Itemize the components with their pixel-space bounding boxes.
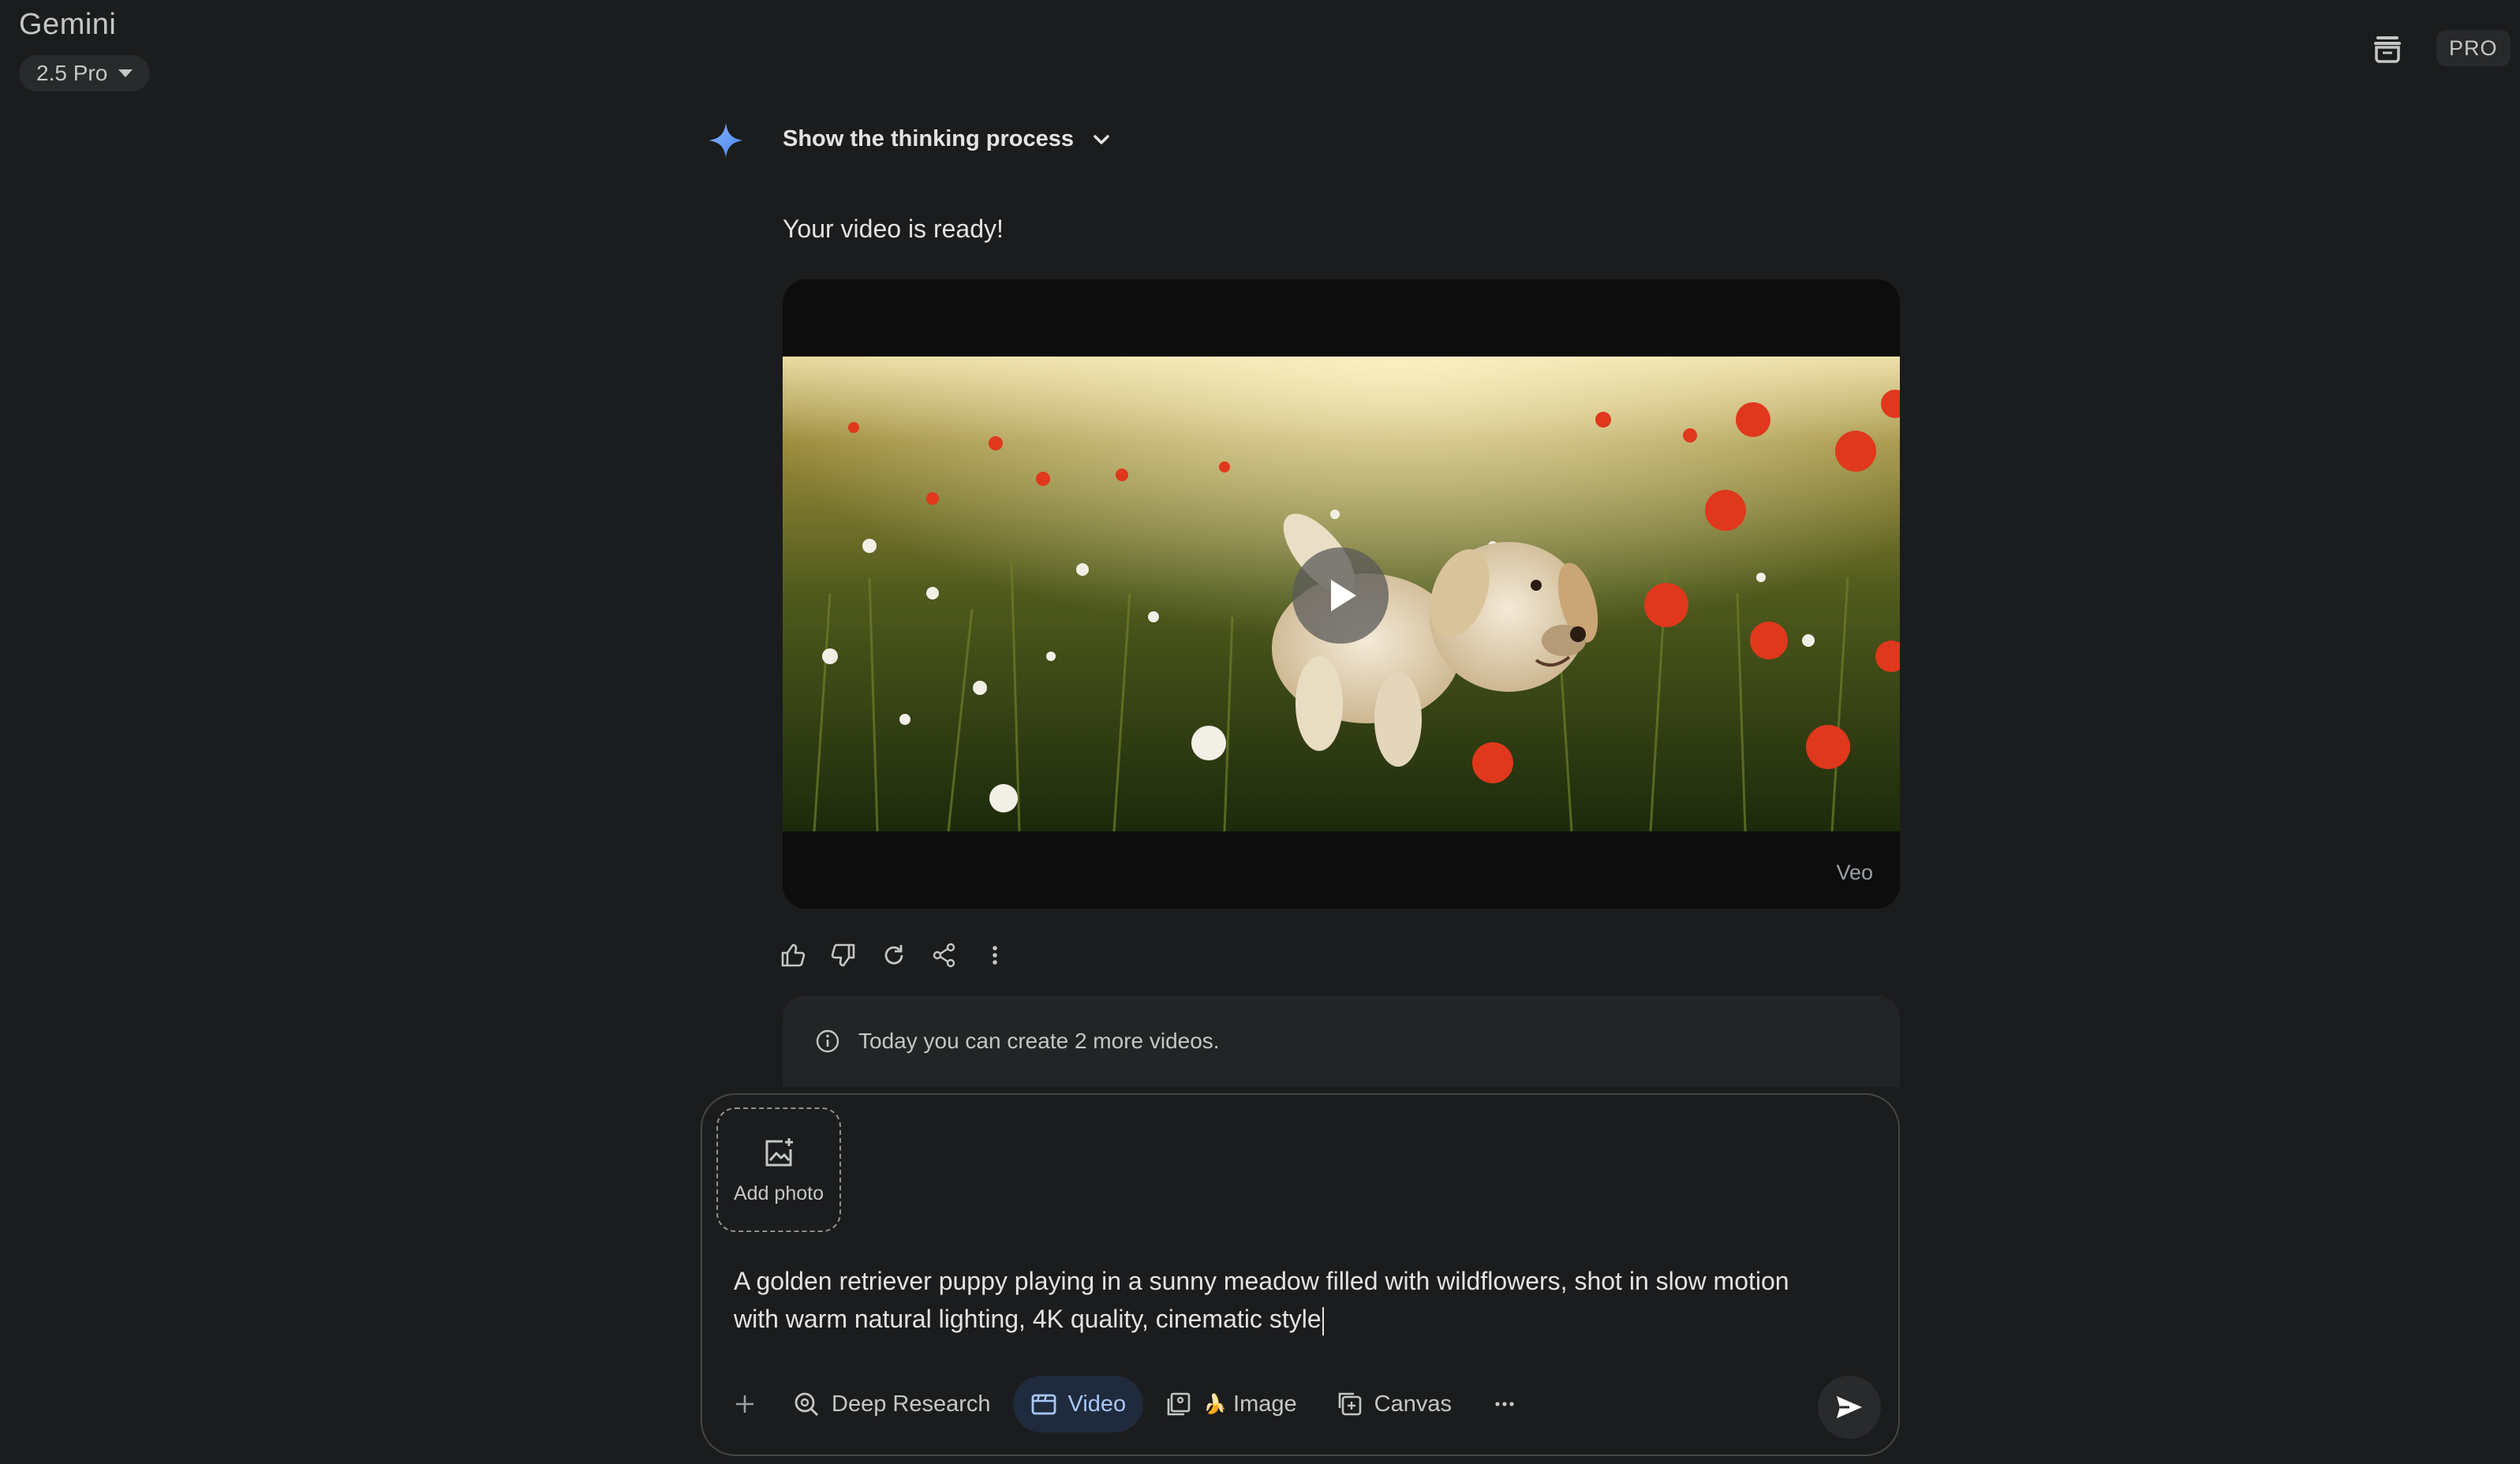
add-image-icon: [765, 1137, 793, 1166]
prompt-textarea[interactable]: A golden retriever puppy playing in a su…: [734, 1262, 1854, 1338]
caret-down-icon: [118, 69, 133, 77]
thinking-toggle[interactable]: Show the thinking process: [783, 126, 1112, 152]
deep-research-icon: [795, 1392, 819, 1417]
add-photo-button[interactable]: Add photo: [716, 1107, 841, 1232]
prompt-input-box[interactable]: Add photo A golden retriever puppy playi…: [701, 1093, 1900, 1456]
add-attachment-button[interactable]: [721, 1376, 768, 1432]
response-actions: [778, 940, 1010, 970]
notice-text: Today you can create 2 more videos.: [858, 1029, 1220, 1053]
chevron-down-icon: [1094, 134, 1109, 144]
add-photo-label: Add photo: [734, 1182, 824, 1204]
video-player[interactable]: Veo: [783, 279, 1900, 909]
share-icon[interactable]: [929, 940, 959, 970]
video-tool-button[interactable]: Video: [1012, 1376, 1144, 1432]
image-tool-button[interactable]: 🍌 Image: [1148, 1376, 1314, 1432]
video-quota-notice: Today you can create 2 more videos.: [783, 995, 1900, 1087]
image-tool-label: Image: [1233, 1391, 1297, 1417]
response-message: Your video is ready!: [783, 215, 1004, 243]
canvas-tool-label: Canvas: [1374, 1391, 1452, 1417]
deep-research-label: Deep Research: [832, 1391, 991, 1417]
banana-icon: 🍌: [1203, 1393, 1228, 1415]
video-icon: [1031, 1394, 1056, 1415]
info-icon: [816, 1029, 839, 1053]
play-button[interactable]: [1292, 547, 1389, 644]
send-button[interactable]: [1818, 1376, 1881, 1439]
temporary-chat-icon[interactable]: [2370, 32, 2405, 66]
thumb-up-icon[interactable]: [778, 940, 808, 970]
canvas-tool-button[interactable]: Canvas: [1319, 1376, 1469, 1432]
thumb-down-icon[interactable]: [828, 940, 858, 970]
canvas-icon: [1338, 1392, 1361, 1416]
thinking-label: Show the thinking process: [783, 126, 1074, 151]
refresh-icon[interactable]: [879, 940, 909, 970]
image-gen-icon: [1167, 1392, 1191, 1416]
prompt-line-2: with warm natural lighting, 4K quality, …: [734, 1305, 1322, 1333]
plus-icon: [736, 1395, 753, 1413]
more-tools-button[interactable]: [1474, 1376, 1535, 1432]
prompt-line-1: A golden retriever puppy playing in a su…: [734, 1267, 1789, 1295]
gemini-spark-icon: [707, 121, 745, 159]
more-vert-icon[interactable]: [980, 940, 1010, 970]
video-tool-label: Video: [1067, 1391, 1127, 1417]
model-selector[interactable]: 2.5 Pro: [19, 55, 151, 92]
input-toolbar: Deep Research Video 🍌 Image Canvas: [721, 1372, 1881, 1439]
deep-research-button[interactable]: Deep Research: [775, 1376, 1008, 1432]
video-watermark: Veo: [1836, 861, 1873, 884]
app-title[interactable]: Gemini: [19, 8, 116, 42]
model-label: 2.5 Pro: [36, 61, 108, 85]
pro-badge: PRO: [2436, 30, 2511, 66]
send-icon: [1837, 1396, 1862, 1418]
play-icon: [1331, 580, 1356, 611]
more-horiz-icon: [1495, 1402, 1514, 1406]
text-cursor: [1322, 1306, 1324, 1335]
